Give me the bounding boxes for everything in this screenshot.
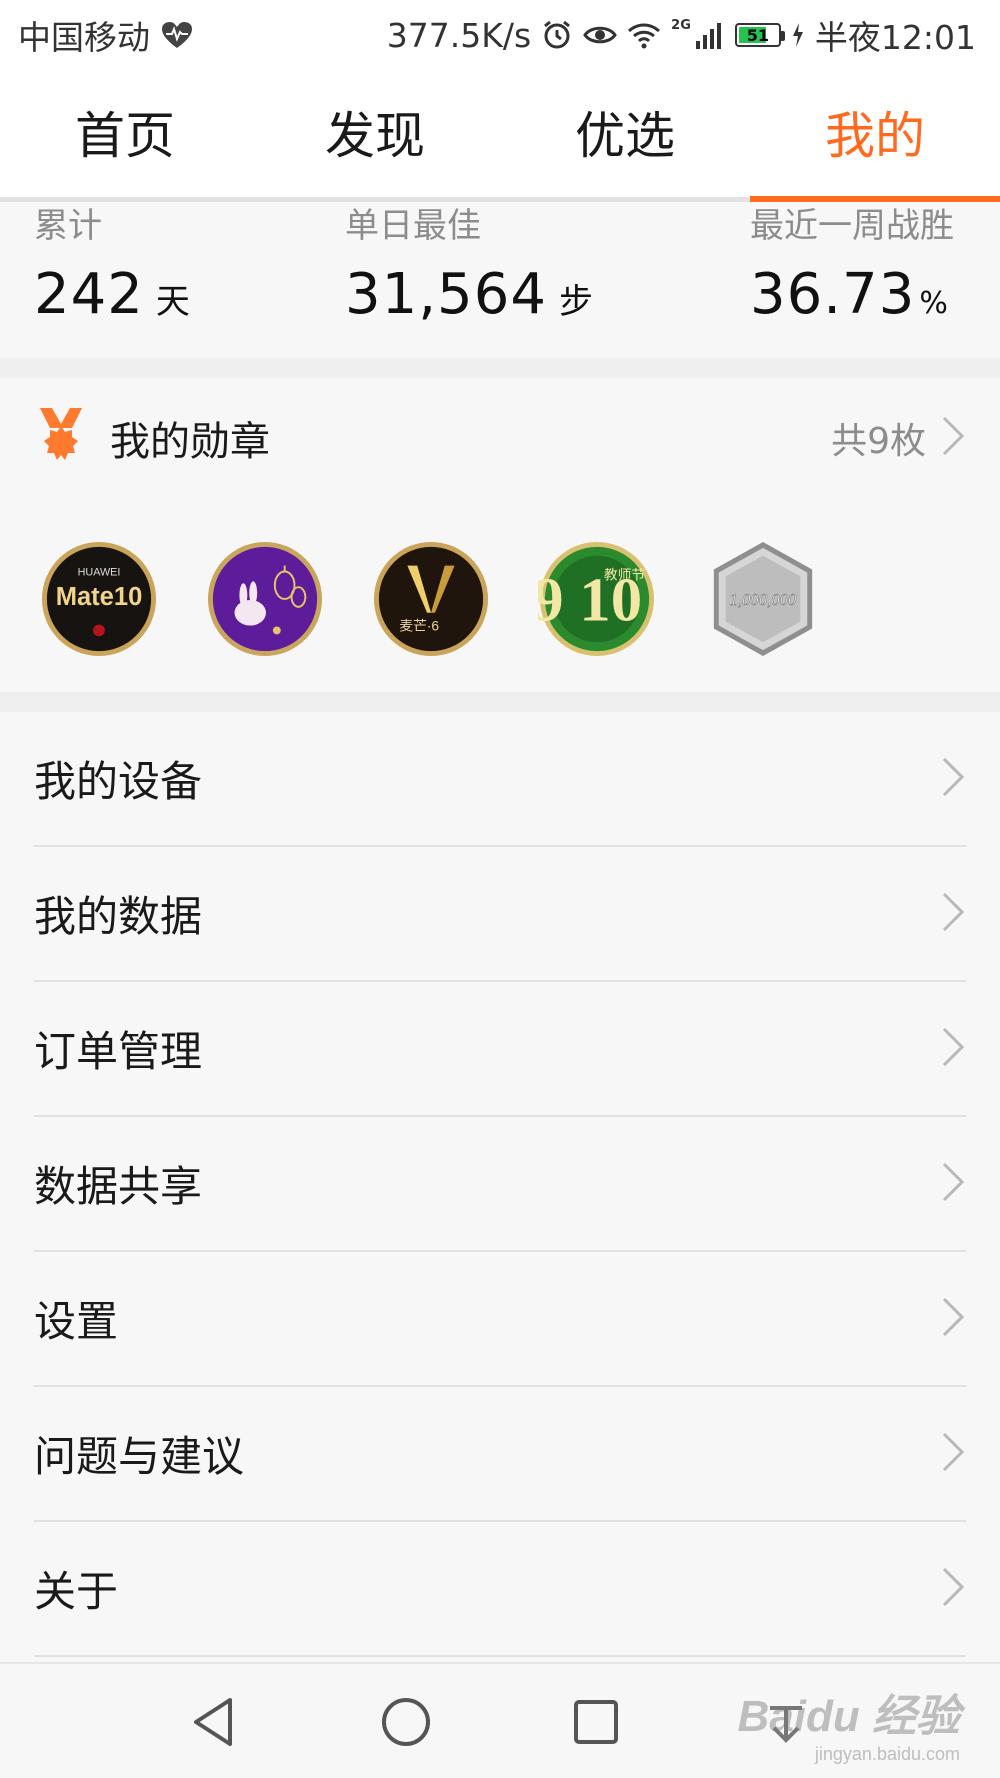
menu-item-settings[interactable]: 设置: [34, 1252, 966, 1387]
menu-item-label: 关于: [34, 1567, 119, 1616]
battery-icon: 51: [734, 23, 785, 47]
watermark-url: jingyan.baidu.com: [814, 1743, 960, 1764]
stat-total-days: 累计 242 天: [34, 202, 190, 327]
menu-item-feedback[interactable]: 问题与建议: [34, 1387, 966, 1522]
chevron-right-icon: [940, 1025, 966, 1073]
menu-item-data-sharing[interactable]: 数据共享: [34, 1117, 966, 1252]
stat-label: 单日最佳: [345, 206, 481, 246]
menu-item-label: 我的数据: [34, 892, 203, 941]
carrier-label: 中国移动: [18, 18, 150, 57]
medal-text: 麦芒·6: [399, 618, 439, 633]
teachers-day-medal[interactable]: 9 10 教师节: [538, 540, 656, 658]
chevron-right-icon: [940, 1565, 966, 1613]
stat-unit: %: [919, 286, 948, 321]
medal-row: HUAWEI Mate10 麦芒·6 9 10 教师节 1,000,000: [40, 540, 822, 658]
stat-value: 31,564: [345, 262, 547, 327]
menu-item-my-data[interactable]: 我的数据: [34, 847, 966, 982]
system-nav-bar: Baidu 经验 jingyan.baidu.com: [0, 1662, 1000, 1778]
menu-item-orders[interactable]: 订单管理: [34, 982, 966, 1117]
chevron-right-icon: [940, 1160, 966, 1208]
tab-discover[interactable]: 发现: [250, 70, 500, 197]
home-icon[interactable]: [376, 1692, 436, 1752]
clock-time: 半夜12:01: [814, 18, 976, 57]
menu-item-label: 问题与建议: [34, 1432, 245, 1481]
settings-menu: 我的设备 我的数据 订单管理 数据共享 设置 问题与建议 关于: [0, 712, 1000, 1662]
network-type-label: 2G: [671, 17, 691, 33]
chevron-right-icon: [940, 1295, 966, 1343]
rabbit-lantern-medal[interactable]: [206, 540, 324, 658]
back-icon[interactable]: [186, 1692, 246, 1752]
mate10-medal[interactable]: HUAWEI Mate10: [40, 540, 158, 658]
heart-health-icon: [160, 20, 194, 50]
stat-label: 最近一周战胜: [750, 206, 954, 246]
chevron-right-icon: [940, 414, 966, 462]
menu-item-label: 设置: [34, 1297, 119, 1346]
mangguo-medal[interactable]: 麦芒·6: [372, 540, 490, 658]
section-divider: [0, 692, 1000, 712]
menu-item-label: 我的设备: [34, 757, 203, 806]
signal-icon: [695, 21, 725, 49]
stats-summary: 累计 242 天 单日最佳 31,564 步 最近一周战胜 36.73 %: [0, 202, 1000, 358]
wifi-icon: [627, 21, 661, 49]
battery-level: 51: [746, 25, 770, 45]
top-tab-bar: 首页 发现 优选 我的: [0, 70, 1000, 202]
stat-best-day: 单日最佳 31,564 步: [345, 202, 593, 327]
tab-home[interactable]: 首页: [0, 70, 250, 197]
menu-item-about[interactable]: 关于: [34, 1522, 966, 1657]
stat-value: 36.73: [750, 262, 916, 327]
medals-count: 共9枚: [831, 421, 926, 462]
medal-text: 1,000,000: [730, 590, 797, 609]
tab-featured[interactable]: 优选: [500, 70, 750, 197]
status-bar: 中国移动 377.5K/s 2G 51 半夜12:01: [0, 0, 1000, 70]
medal-text: Mate10: [56, 583, 143, 611]
chevron-right-icon: [940, 1430, 966, 1478]
watermark-brand: Baidu 经验: [737, 1691, 960, 1741]
stat-unit: 步: [558, 282, 593, 322]
charging-icon: [791, 22, 805, 48]
medal-icon: [38, 406, 84, 470]
medal-sub: 教师节: [604, 567, 645, 583]
menu-item-my-devices[interactable]: 我的设备: [34, 712, 966, 847]
stat-value: 242: [34, 262, 144, 327]
eye-comfort-icon: [583, 22, 617, 48]
tab-mine[interactable]: 我的: [750, 70, 1000, 202]
medals-title: 我的勋章: [110, 419, 270, 465]
menu-item-label: 数据共享: [34, 1162, 203, 1211]
alarm-icon: [541, 19, 573, 51]
chevron-right-icon: [940, 890, 966, 938]
medal-sub: HUAWEI: [78, 566, 121, 578]
million-steps-medal[interactable]: 1,000,000: [704, 540, 822, 658]
stat-week-beat: 最近一周战胜 36.73 %: [750, 202, 954, 327]
watermark: Baidu 经验 jingyan.baidu.com: [720, 1674, 960, 1770]
network-speed: 377.5K/s: [386, 15, 532, 55]
recents-icon[interactable]: [566, 1692, 626, 1752]
medals-header[interactable]: 我的勋章 共9枚: [0, 378, 1000, 498]
chevron-right-icon: [940, 755, 966, 803]
stat-label: 累计: [34, 206, 102, 246]
section-divider: [0, 358, 1000, 378]
stat-unit: 天: [155, 282, 190, 322]
menu-item-label: 订单管理: [34, 1027, 203, 1076]
medals-section: 我的勋章 共9枚 HUAWEI Mate10 麦芒·6 9 10 教师节 1,0…: [0, 378, 1000, 692]
